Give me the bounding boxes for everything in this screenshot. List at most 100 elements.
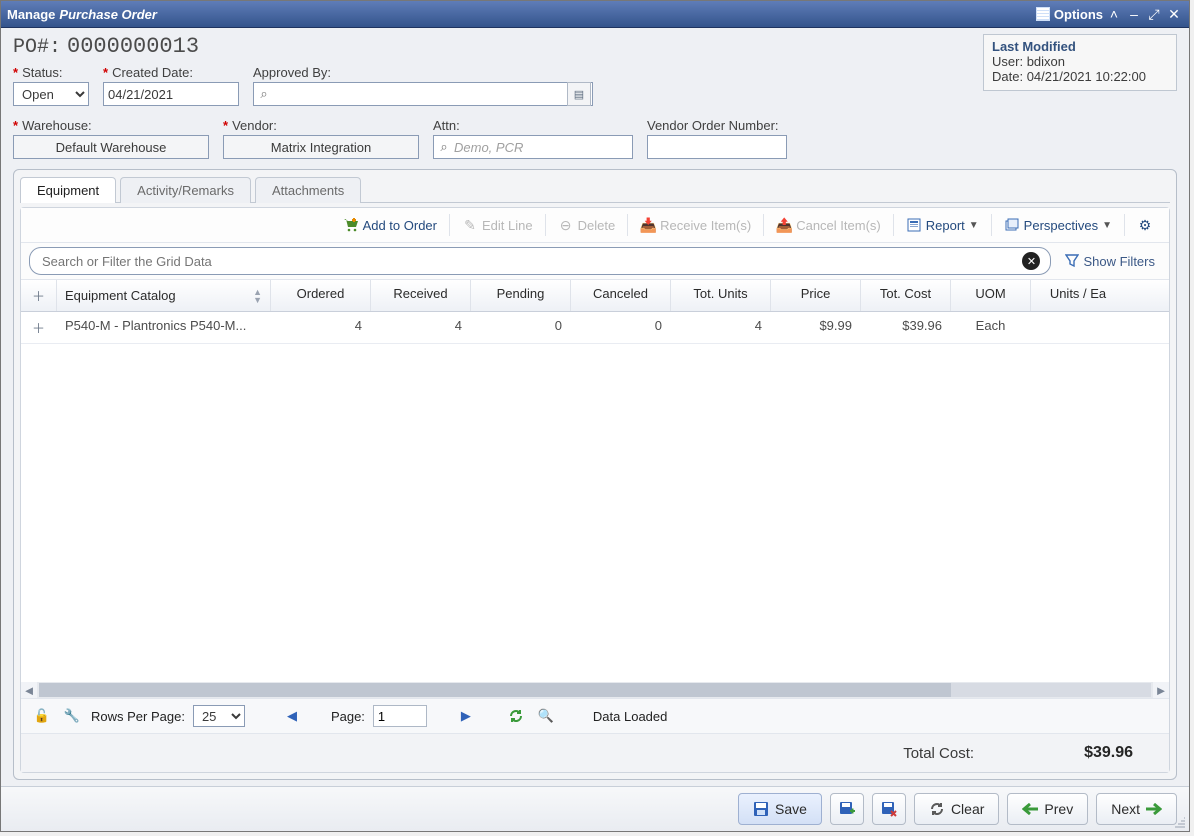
col-tot-cost[interactable]: Tot. Cost [861,280,951,311]
save-new-button[interactable] [830,793,864,825]
horizontal-scrollbar[interactable]: ◄ ► [21,682,1169,698]
cell-ordered: 4 [271,312,371,343]
pager-status: Data Loaded [593,709,667,724]
lm-user-label: User: [992,54,1023,69]
col-price[interactable]: Price [771,280,861,311]
cancel-label: Cancel Item(s) [796,218,881,233]
grid-pager: 🔓 🔧 Rows Per Page: 25 ◀ Page: ▶ 🔍 [21,698,1169,733]
prev-button[interactable]: Prev [1007,793,1088,825]
lm-user-value: bdixon [1027,54,1065,69]
options-button[interactable]: Options [1036,7,1103,22]
vendor-label: Vendor: [223,118,419,133]
status-label: Status: [13,65,89,80]
resize-grip[interactable] [1173,815,1187,829]
created-date-input[interactable] [103,82,239,106]
tab-equipment[interactable]: Equipment [20,177,116,203]
tab-activity-remarks[interactable]: Activity/Remarks [120,177,251,203]
lm-date-value: 04/21/2021 10:22:00 [1027,69,1146,84]
zoom-button[interactable]: 🔍 [535,705,557,727]
grid-header: ＋ Equipment Catalog ▲▼ Ordered Received … [21,280,1169,312]
prev-page-button[interactable]: ◀ [281,705,303,727]
cancel-items-button: 📤 Cancel Item(s) [768,214,889,236]
scroll-right-button[interactable]: ► [1153,682,1169,698]
scroll-thumb[interactable] [39,683,951,697]
add-to-order-button[interactable]: Add to Order [335,214,445,236]
refresh-button[interactable] [505,705,527,727]
vendor-order-label: Vendor Order Number: [647,118,787,133]
attn-label: Attn: [433,118,633,133]
minimize-button[interactable]: – [1125,5,1143,23]
approved-by-label: Approved By: [253,65,593,80]
edit-line-label: Edit Line [482,218,533,233]
maximize-button[interactable]: ⤢ [1145,5,1163,23]
approved-by-input[interactable]: ⌕ ▤ [253,82,593,106]
cell-uom: Each [951,312,1031,343]
col-received[interactable]: Received [371,280,471,311]
save-delete-button[interactable] [872,793,906,825]
next-button[interactable]: Next [1096,793,1177,825]
grid-search-input[interactable]: ✕ [29,247,1051,275]
col-pending[interactable]: Pending [471,280,571,311]
show-filters-label: Show Filters [1083,254,1155,269]
perspectives-label: Perspectives [1024,218,1098,233]
settings-gear-button[interactable]: ⚙ [1129,214,1161,236]
options-label: Options [1054,7,1103,22]
attn-text[interactable] [454,140,632,155]
vendor-order-input[interactable] [647,135,787,159]
vendor-input[interactable] [223,135,419,159]
close-button[interactable]: ✕ [1165,5,1183,23]
status-select[interactable]: Open [13,82,89,106]
save-button[interactable]: Save [738,793,822,825]
warehouse-label: Warehouse: [13,118,209,133]
tab-strip: Equipment Activity/Remarks Attachments [20,176,1170,203]
chevron-down-icon: ▼ [969,220,979,231]
collapse-button[interactable]: ˄ [1105,5,1123,23]
edit-line-button: ✎ Edit Line [454,214,541,236]
report-icon [906,217,922,233]
save-delete-icon [881,801,897,817]
attn-input[interactable]: ⌕ [433,135,633,159]
col-equipment-catalog[interactable]: Equipment Catalog ▲▼ [57,280,271,311]
minus-circle-icon: ⊖ [558,217,574,233]
add-to-order-label: Add to Order [363,218,437,233]
arrow-right-icon [1146,801,1162,817]
grid-search-text[interactable] [40,253,1022,270]
lm-date-label: Date: [992,69,1023,84]
total-cost-value: $39.96 [1084,744,1133,762]
options-icon [1036,7,1050,21]
wrench-icon[interactable]: 🔧 [61,705,83,727]
approved-by-text[interactable] [274,87,566,102]
cell-catalog: P540-M - Plantronics P540-M... [57,312,271,343]
lock-icon[interactable]: 🔓 [31,705,53,727]
page-label: Page: [331,709,365,724]
scroll-left-button[interactable]: ◄ [21,682,37,698]
rows-per-page-select[interactable]: 25 [193,705,245,727]
clear-button[interactable]: Clear [914,793,999,825]
col-tot-units[interactable]: Tot. Units [671,280,771,311]
approved-by-picker-button[interactable]: ▤ [567,82,591,106]
cell-tot-units: 4 [671,312,771,343]
clear-search-button[interactable]: ✕ [1022,252,1040,270]
table-row[interactable]: ＋ P540-M - Plantronics P540-M... 4 4 0 0… [21,312,1169,344]
col-canceled[interactable]: Canceled [571,280,671,311]
box-cancel-icon: 📤 [776,217,792,233]
grid-toolbar: Add to Order ✎ Edit Line ⊖ Delete 📥 [21,208,1169,243]
cell-received: 4 [371,312,471,343]
perspectives-button[interactable]: Perspectives ▼ [996,214,1120,236]
warehouse-input[interactable] [13,135,209,159]
tab-attachments[interactable]: Attachments [255,177,361,203]
report-button[interactable]: Report ▼ [898,214,987,236]
expand-all-header[interactable]: ＋ [21,280,57,311]
cell-canceled: 0 [571,312,671,343]
expand-row-button[interactable]: ＋ [21,312,57,343]
col-uom[interactable]: UOM [951,280,1031,311]
search-icon: ⌕ [254,86,274,102]
funnel-icon [1065,254,1079,268]
col-ordered[interactable]: Ordered [271,280,371,311]
gear-icon: ⚙ [1137,217,1153,233]
prev-label: Prev [1044,801,1073,817]
next-page-button[interactable]: ▶ [455,705,477,727]
page-input[interactable] [373,705,427,727]
show-filters-button[interactable]: Show Filters [1059,251,1161,272]
col-units-ea[interactable]: Units / Ea [1031,280,1125,311]
